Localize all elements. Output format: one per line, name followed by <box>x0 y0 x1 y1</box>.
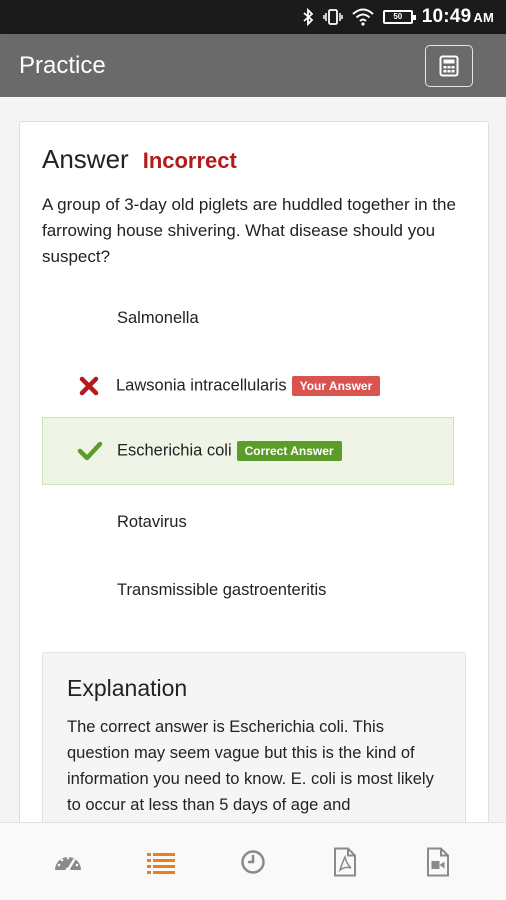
status-bar: 50 10:49 AM <box>0 0 506 34</box>
calculator-icon <box>439 55 459 77</box>
clock-icon <box>241 849 265 874</box>
option-label: Salmonella <box>117 308 199 327</box>
option-rotavirus[interactable]: Rotavirus <box>42 488 454 556</box>
cross-icon <box>70 376 108 396</box>
battery-icon: 50 <box>382 10 416 24</box>
vibrate-icon <box>323 8 343 26</box>
option-label: Lawsonia intracellularis Your Answer <box>116 376 381 396</box>
nav-video[interactable] <box>408 832 468 892</box>
bottom-nav <box>0 822 506 900</box>
answer-heading: Answer <box>42 144 129 174</box>
option-text: Escherichia coli <box>117 441 232 460</box>
bluetooth-icon <box>302 8 314 26</box>
nav-pdf[interactable] <box>315 832 375 892</box>
option-transmissible-gastroenteritis[interactable]: Transmissible gastroenteritis <box>42 556 454 624</box>
option-text: Lawsonia intracellularis <box>116 376 287 395</box>
status-clock: 10:49 AM <box>422 6 494 28</box>
answer-header: Answer Incorrect <box>42 144 237 175</box>
answer-card: Answer Incorrect A group of 3-day old pi… <box>19 121 489 822</box>
nav-history[interactable] <box>223 832 283 892</box>
option-escherichia-coli[interactable]: Escherichia coli Correct Answer <box>42 417 454 485</box>
calculator-button[interactable] <box>425 45 473 87</box>
result-status: Incorrect <box>142 148 237 173</box>
explanation-title: Explanation <box>67 675 188 701</box>
app-bar: Practice <box>0 34 506 97</box>
video-icon <box>426 847 449 876</box>
option-label: Rotavirus <box>117 512 187 531</box>
option-salmonella[interactable]: Salmonella <box>42 284 454 352</box>
status-ampm: AM <box>473 10 494 25</box>
dashboard-icon <box>55 856 82 872</box>
option-label: Transmissible gastroenteritis <box>117 580 327 599</box>
your-answer-badge: Your Answer <box>291 376 381 396</box>
nav-dashboard[interactable] <box>38 832 98 892</box>
pdf-icon <box>334 847 357 876</box>
option-label: Escherichia coli Correct Answer <box>117 441 342 461</box>
content-scroll-area[interactable]: Answer Incorrect A group of 3-day old pi… <box>0 97 506 822</box>
explanation-box: Explanation The correct answer is Escher… <box>42 652 466 822</box>
nav-questions-list[interactable] <box>131 832 191 892</box>
check-icon <box>71 441 109 461</box>
wifi-icon <box>352 8 374 26</box>
correct-answer-badge: Correct Answer <box>236 441 342 461</box>
explanation-text: The correct answer is Escherichia coli. … <box>67 718 434 814</box>
status-time: 10:49 <box>421 6 472 27</box>
question-text: A group of 3-day old piglets are huddled… <box>42 195 456 266</box>
option-lawsonia[interactable]: Lawsonia intracellularis Your Answer <box>42 352 454 420</box>
page-title: Practice <box>19 51 106 79</box>
list-icon <box>146 852 175 874</box>
